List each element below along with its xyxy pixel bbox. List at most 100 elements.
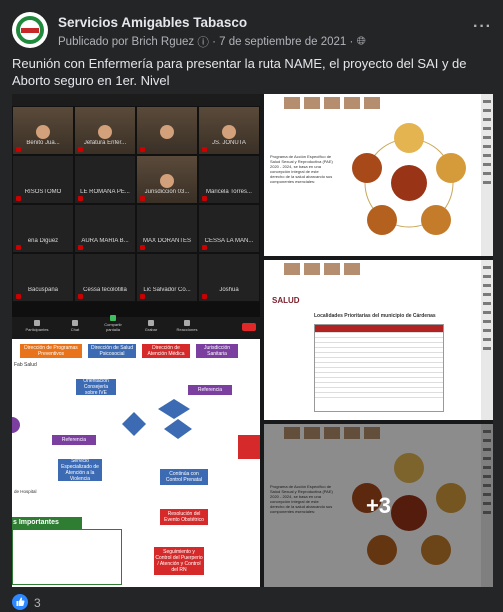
zoom-participant-tile: Benito Jua... bbox=[12, 106, 74, 155]
zoom-participant-tile: AURA MARIA B... bbox=[74, 204, 136, 253]
muted-mic-icon bbox=[202, 147, 207, 152]
zoom-participant-tile: LE ROMANA PE... bbox=[74, 155, 136, 204]
muted-mic-icon bbox=[78, 196, 83, 201]
participant-name: ena Diguez bbox=[27, 238, 59, 244]
zoom-participant-tile: Bacuspana bbox=[12, 253, 74, 302]
zoom-chat-button: Chat bbox=[60, 320, 90, 332]
zoom-participant-tile: Jefatura Enfer... bbox=[74, 106, 136, 155]
zoom-record-button: Grabar bbox=[136, 320, 166, 332]
photo-zoom-meeting[interactable]: Benito Jua... Jefatura Enfer... JS. JONUTA… bbox=[12, 94, 260, 335]
zoom-participants-button: Participantes bbox=[22, 320, 52, 332]
zoom-share-button: Compartir pantalla bbox=[98, 315, 128, 332]
localities-table bbox=[314, 324, 444, 412]
post-media-grid: Benito Jua... Jefatura Enfer... JS. JONUTA… bbox=[12, 94, 493, 587]
zoom-toolbar: Participantes Chat Compartir pantalla Gr… bbox=[12, 315, 260, 335]
zoom-participant-tile: JS. JONUTA bbox=[198, 106, 260, 155]
photo-slide-table[interactable]: SALUD Localidades Prioritarias del munic… bbox=[264, 260, 493, 420]
zoom-participant-tile: ena Diguez bbox=[12, 204, 74, 253]
flow-label-fab: Fab Salud bbox=[14, 362, 37, 368]
cycle-diagram bbox=[352, 123, 466, 235]
flow-box-2: Dirección de Salud Psicosocial bbox=[88, 344, 136, 358]
flow-important-heading: s Importantes bbox=[12, 517, 82, 529]
slide-heading: Programa de Acción Específico de Salud S… bbox=[270, 154, 333, 184]
muted-mic-icon bbox=[16, 196, 21, 201]
zoom-participant-tile bbox=[136, 106, 198, 155]
page-name-link[interactable]: Servicios Amigables Tabasco bbox=[58, 15, 247, 30]
participant-name: JS. JONUTA bbox=[212, 140, 246, 146]
participant-face bbox=[98, 124, 112, 139]
participant-name: Benito Jua... bbox=[26, 140, 60, 146]
muted-mic-icon bbox=[78, 245, 83, 250]
flow-box-7: Referencia bbox=[52, 435, 96, 445]
participant-name: CESSA LA MAN... bbox=[204, 238, 254, 244]
flow-box-6: Referencia bbox=[188, 385, 232, 395]
muted-mic-icon bbox=[140, 294, 145, 299]
participant-name: Lic Salvador Co... bbox=[143, 287, 191, 293]
participant-name: Cessa tecolotilla bbox=[83, 287, 127, 293]
zoom-end-button bbox=[242, 323, 256, 331]
participant-face bbox=[222, 124, 236, 139]
reaction-count[interactable]: 3 bbox=[34, 596, 41, 610]
participant-name: RISOSTOMO bbox=[24, 189, 62, 195]
participant-name: Bacuspana bbox=[27, 287, 59, 293]
participant-name: AURA MARIA B... bbox=[81, 238, 129, 244]
flow-box-5: Orientación Consejería sobre IVE bbox=[76, 378, 116, 396]
muted-mic-icon bbox=[16, 147, 21, 152]
zoom-participant-tile: Maricela Torres... bbox=[198, 155, 260, 204]
muted-mic-icon bbox=[140, 196, 145, 201]
flow-decision-shapes bbox=[122, 399, 192, 439]
slide-chat-sidebar bbox=[481, 94, 493, 256]
slide-chat-sidebar bbox=[481, 260, 493, 420]
participant-name: MAX DORANTES bbox=[142, 238, 191, 244]
photo-flowchart[interactable]: Dirección de Programas Preventivos Direc… bbox=[12, 339, 260, 587]
participant-name: LE ROMANA PE... bbox=[80, 189, 130, 195]
participant-face bbox=[160, 124, 174, 139]
flow-side-shape bbox=[12, 417, 20, 433]
post-header: Servicios Amigables Tabasco Publicado po… bbox=[12, 12, 492, 52]
flow-notes-box bbox=[12, 529, 122, 585]
participant-name: Jefatura Enfer... bbox=[83, 140, 127, 146]
post-text: Reunión con Enfermería para presentar la… bbox=[12, 56, 467, 88]
salud-logo: SALUD bbox=[272, 296, 300, 305]
flow-box-8: Servicio Especializado de Atención a la … bbox=[58, 458, 102, 482]
muted-mic-icon bbox=[16, 294, 21, 299]
flow-box-9: Continúa con Control Prenatal bbox=[160, 469, 208, 485]
published-by: Publicado por Brich Rguez bbox=[58, 36, 195, 48]
zoom-participant-tile: Lic Salvador Co... bbox=[136, 253, 198, 302]
flow-side-box bbox=[238, 435, 260, 459]
zoom-participant-tile: RISOSTOMO bbox=[12, 155, 74, 204]
like-reaction-icon[interactable] bbox=[12, 594, 28, 610]
more-photos-count[interactable]: +3 bbox=[264, 424, 493, 587]
muted-mic-icon bbox=[78, 294, 83, 299]
zoom-participant-tile: Cessa tecolotilla bbox=[74, 253, 136, 302]
flow-box-1: Dirección de Programas Preventivos bbox=[20, 344, 82, 358]
post-date[interactable]: · 7 de septiembre de 2021 · bbox=[212, 36, 353, 48]
thumbnail-strip bbox=[284, 262, 364, 276]
zoom-top-bar bbox=[12, 94, 260, 106]
flow-box-3: Dirección de Atención Médica bbox=[142, 344, 190, 358]
photo-slide-cycle[interactable]: Programa de Acción Específico de Salud S… bbox=[264, 94, 493, 256]
muted-mic-icon bbox=[140, 147, 145, 152]
participant-name: Jurisdiccion 03... bbox=[144, 189, 190, 195]
thumbnail-strip bbox=[284, 96, 384, 110]
more-options-icon[interactable]: ··· bbox=[473, 18, 492, 36]
flow-label-hosp: de Hospital bbox=[14, 489, 37, 494]
participant-face bbox=[160, 173, 174, 188]
page-logo-icon bbox=[13, 13, 47, 47]
muted-mic-icon bbox=[16, 245, 21, 250]
flow-box-11: Seguimiento y Control del Puerperio / At… bbox=[154, 547, 204, 575]
globe-icon: 🌐︎ bbox=[356, 35, 366, 48]
participant-name: Joshua bbox=[219, 287, 239, 293]
zoom-participant-tile: MAX DORANTES bbox=[136, 204, 198, 253]
flow-box-4: Jurisdicción Sanitaria bbox=[196, 344, 238, 358]
muted-mic-icon bbox=[202, 294, 207, 299]
photo-more[interactable]: Programa de Acción Específico de Salud S… bbox=[264, 424, 493, 587]
muted-mic-icon bbox=[202, 245, 207, 250]
participant-name: Maricela Torres... bbox=[206, 189, 252, 195]
post-meta: Publicado por Brich Rguez ⓘ · 7 de septi… bbox=[58, 34, 366, 50]
muted-mic-icon bbox=[202, 196, 207, 201]
zoom-reactions-button: Reacciones bbox=[172, 320, 202, 332]
zoom-participant-tile: Joshua bbox=[198, 253, 260, 302]
page-avatar[interactable] bbox=[12, 12, 48, 48]
muted-mic-icon bbox=[78, 147, 83, 152]
